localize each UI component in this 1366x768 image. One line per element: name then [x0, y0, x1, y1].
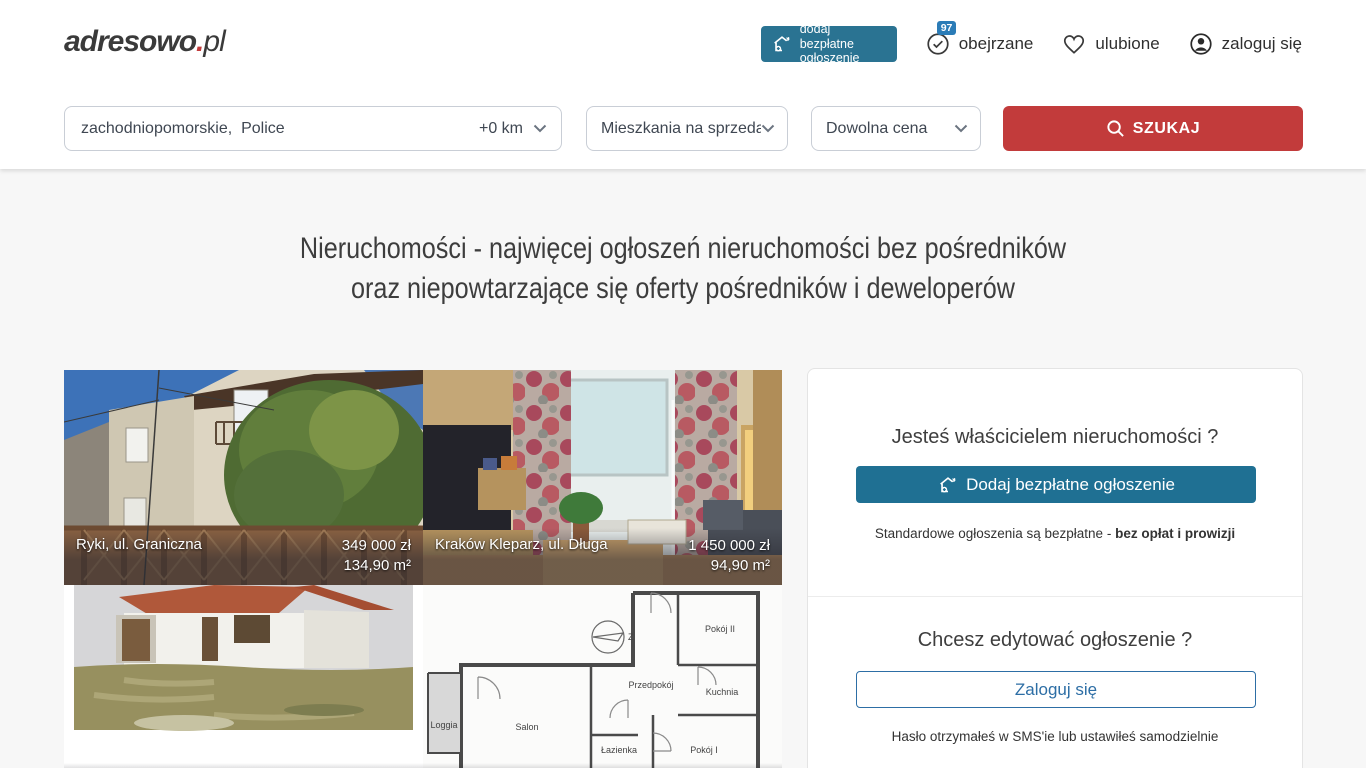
user-icon — [1188, 31, 1214, 57]
house-plus-icon — [937, 474, 959, 496]
viewed-check-icon: 97 — [925, 31, 951, 57]
heart-icon — [1061, 31, 1087, 57]
listing-photo-house2 — [64, 585, 423, 768]
listings-grid: Ryki, ul. Graniczna 349 000 zł 134,90 m² — [64, 370, 782, 768]
divider — [808, 596, 1302, 597]
edit-note: Hasło otrzymałeś w SMS'ie lub ustawiłeś … — [808, 729, 1302, 744]
main-content: Nieruchomości - najwięcej ogłoszeń nieru… — [0, 169, 1366, 768]
login-label: zaloguj się — [1222, 34, 1302, 54]
listing-card[interactable]: Pokój II Przedpokój Kuchnia Salon Loggia… — [423, 585, 782, 768]
page-title-line1: Nieruchomości - najwięcej ogłoszeń nieru… — [109, 229, 1256, 269]
category-value: Mieszkania na sprzedaż — [587, 120, 761, 138]
plan-room-label: Kuchnia — [706, 687, 739, 697]
search-icon — [1106, 119, 1125, 138]
listing-card[interactable]: Ryki, ul. Graniczna 349 000 zł 134,90 m² — [64, 370, 423, 585]
login-link-button[interactable]: Zaloguj się — [856, 671, 1256, 708]
search-submit-button[interactable]: SZUKAJ — [1003, 106, 1303, 151]
viewed-label: obejrzane — [959, 34, 1034, 54]
site-logo[interactable]: adresowo.pl — [64, 25, 225, 59]
listing-overlay: Ryki, ul. Graniczna 349 000 zł 134,90 m² — [64, 528, 423, 585]
listing-area: 134,90 m² — [342, 556, 411, 576]
login-button[interactable]: zaloguj się — [1188, 31, 1302, 57]
listing-card[interactable]: Kraków Kleparz, ul. Długa 1 450 000 zł 9… — [423, 370, 782, 585]
listing-location: Kraków Kleparz, ul. Długa — [435, 536, 608, 576]
listing-overlay: Dalki 895 000 zł — [64, 763, 423, 768]
owner-heading: Jesteś właścicielem nieruchomości ? — [808, 426, 1302, 449]
add-free-listing-button[interactable]: Dodaj bezpłatne ogłoszenie — [856, 466, 1256, 503]
plan-room-label: Przedpokój — [628, 680, 673, 690]
search-submit-label: SZUKAJ — [1133, 120, 1201, 138]
plan-room-label: Loggia — [430, 720, 457, 730]
radius-value: +0 km — [479, 120, 523, 138]
listing-price: 349 000 zł — [342, 536, 411, 556]
page-title-line2: oraz niepowtarzające się oferty pośredni… — [109, 269, 1256, 309]
category-dropdown[interactable]: Mieszkania na sprzedaż — [586, 106, 788, 151]
add-listing-button[interactable]: dodaj bezpłatne ogłoszenie — [761, 26, 897, 62]
listing-floorplan: Pokój II Przedpokój Kuchnia Salon Loggia… — [423, 585, 782, 768]
edit-heading: Chcesz edytować ogłoszenie ? — [808, 629, 1302, 652]
plan-compass-label: Z — [628, 632, 634, 642]
listing-overlay: Kraków Nowa Huta, os. 600 000 zł — [423, 763, 782, 768]
listing-area: 94,90 m² — [688, 556, 770, 576]
price-value: Dowolna cena — [812, 120, 954, 138]
location-field: +0 km — [64, 106, 562, 151]
plan-room-label: Salon — [515, 722, 538, 732]
chevron-down-icon — [533, 124, 547, 133]
add-free-listing-label: Dodaj bezpłatne ogłoszenie — [966, 475, 1175, 495]
listing-overlay: Kraków Kleparz, ul. Długa 1 450 000 zł 9… — [423, 528, 782, 585]
favorites-label: ulubione — [1095, 34, 1159, 54]
owner-note-text: Standardowe ogłoszenia są bezpłatne - — [875, 526, 1115, 541]
plan-room-label: Łazienka — [601, 745, 637, 755]
listing-price: 1 450 000 zł — [688, 536, 770, 556]
plan-room-label: Pokój II — [705, 624, 735, 634]
location-input[interactable] — [65, 120, 479, 138]
logo-text-main: adresowo — [64, 25, 196, 58]
owner-note-bold: bez opłat i prowizji — [1115, 526, 1235, 541]
header: adresowo.pl dodaj bezpłatne ogłoszenie — [0, 0, 1366, 169]
listing-card[interactable]: Dalki 895 000 zł — [64, 585, 423, 768]
page: adresowo.pl dodaj bezpłatne ogłoszenie — [0, 0, 1366, 768]
chevron-down-icon — [954, 124, 980, 133]
viewed-button[interactable]: 97 obejrzane — [925, 31, 1034, 57]
price-dropdown[interactable]: Dowolna cena — [811, 106, 981, 151]
favorites-button[interactable]: ulubione — [1061, 31, 1159, 57]
viewed-count-badge: 97 — [937, 21, 957, 35]
house-plus-icon — [771, 33, 793, 55]
radius-dropdown[interactable]: +0 km — [479, 120, 561, 138]
logo-text-suffix: pl — [203, 25, 224, 58]
chevron-down-icon — [761, 124, 787, 133]
add-listing-label: dodaj bezpłatne ogłoszenie — [800, 22, 887, 65]
plan-room-label: Pokój I — [690, 745, 718, 755]
owner-note: Standardowe ogłoszenia są bezpłatne - be… — [808, 526, 1302, 541]
page-title: Nieruchomości - najwięcej ogłoszeń nieru… — [0, 229, 1366, 309]
listing-location: Ryki, ul. Graniczna — [76, 536, 202, 576]
owner-panel: Jesteś właścicielem nieruchomości ? Doda… — [807, 368, 1303, 768]
header-actions: dodaj bezpłatne ogłoszenie 97 obejrzane — [761, 26, 1302, 62]
